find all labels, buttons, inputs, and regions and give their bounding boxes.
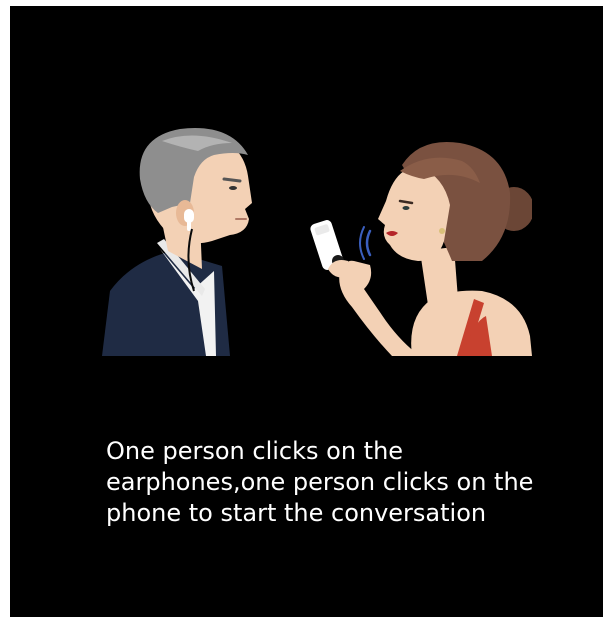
caption-line-1: One person clicks on the: [106, 437, 404, 465]
sound-waves-icon: [359, 226, 372, 260]
woman-arm: [339, 260, 420, 356]
woman-figure: [310, 141, 532, 356]
conversation-illustration: [102, 121, 532, 356]
man-figure: [102, 128, 252, 356]
instruction-caption: One person clicks on the earphones,one p…: [106, 436, 586, 529]
caption-line-3: phone to start the conversation: [106, 499, 487, 527]
screen-frame: One person clicks on the earphones,one p…: [10, 6, 603, 617]
caption-line-2: earphones,one person clicks on the: [106, 468, 534, 496]
